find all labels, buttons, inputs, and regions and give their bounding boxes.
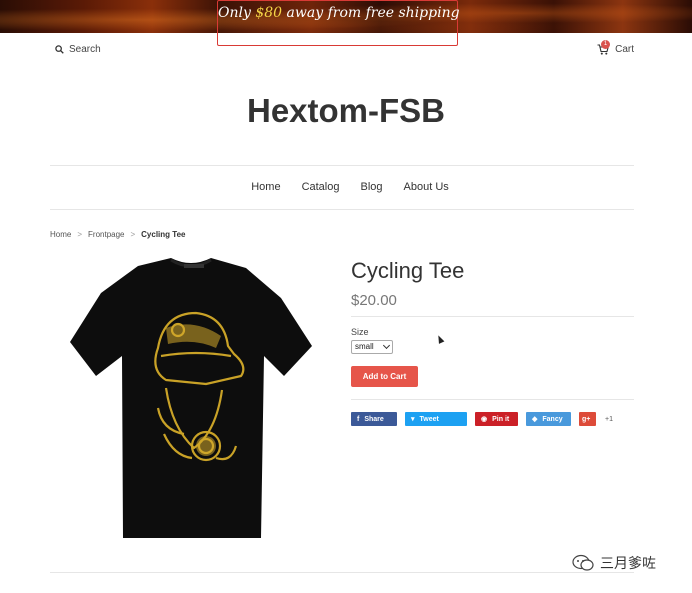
announcement-suffix: away from free shipping xyxy=(282,5,460,21)
announcement-prefix: Only xyxy=(218,5,256,21)
search-label: Search xyxy=(69,44,101,55)
announcement-highlight-box: Only $80 away from free shipping xyxy=(217,0,460,46)
add-to-cart-button[interactable]: Add to Cart xyxy=(351,366,418,387)
chat-bubbles-icon xyxy=(572,554,594,571)
share-buttons: f Share ▾ Tweet ◉ Pin it ◆ Fancy g+ +1 xyxy=(351,412,613,426)
breadcrumb-separator: > xyxy=(77,230,83,239)
cart-label: Cart xyxy=(615,44,634,55)
size-label: Size xyxy=(351,327,369,337)
breadcrumb: Home > Frontpage > Cycling Tee xyxy=(50,230,185,239)
cart-link[interactable]: 1 Cart xyxy=(597,40,634,55)
pinterest-share-button[interactable]: ◉ Pin it xyxy=(475,412,518,426)
facebook-share-button[interactable]: f Share xyxy=(351,412,397,426)
breadcrumb-frontpage[interactable]: Frontpage xyxy=(88,230,124,239)
size-select[interactable]: small xyxy=(351,340,393,354)
breadcrumb-home[interactable]: Home xyxy=(50,230,71,239)
nav-item-blog[interactable]: Blog xyxy=(360,181,382,193)
pinterest-share-label: Pin it xyxy=(492,415,510,423)
announcement-amount: $80 xyxy=(255,5,283,21)
fancy-share-button[interactable]: ◆ Fancy xyxy=(526,412,571,426)
chevron-down-icon xyxy=(382,341,391,350)
search-icon xyxy=(55,45,64,54)
fancy-share-label: Fancy xyxy=(542,415,563,423)
divider xyxy=(351,316,634,317)
facebook-share-label: Share xyxy=(364,415,384,423)
google-plus-share-button[interactable]: g+ xyxy=(579,412,596,426)
watermark-text: 三月爹咗 xyxy=(600,555,656,571)
breadcrumb-current: Cycling Tee xyxy=(141,230,186,239)
nav-item-catalog[interactable]: Catalog xyxy=(302,181,340,193)
google-plus-count: +1 xyxy=(605,415,613,423)
divider xyxy=(50,165,634,166)
product-image[interactable] xyxy=(66,258,316,540)
google-plus-label: g+ xyxy=(582,415,591,423)
product-price: $20.00 xyxy=(351,292,397,309)
site-logo[interactable]: Hextom-FSB xyxy=(0,92,692,130)
mouse-cursor-icon xyxy=(435,334,445,344)
facebook-icon: f xyxy=(357,415,360,423)
nav-item-home[interactable]: Home xyxy=(251,181,280,193)
size-select-value: small xyxy=(355,342,374,351)
announcement-text: Only $80 away from free shipping xyxy=(218,5,460,21)
twitter-share-label: Tweet xyxy=(419,415,439,423)
search-link[interactable]: Search xyxy=(55,44,101,55)
fancy-icon: ◆ xyxy=(532,416,538,423)
twitter-share-button[interactable]: ▾ Tweet xyxy=(405,412,467,426)
divider xyxy=(50,572,634,573)
pinterest-icon: ◉ xyxy=(481,416,488,423)
divider xyxy=(50,209,634,210)
nav-item-about-us[interactable]: About Us xyxy=(404,181,449,193)
product-title: Cycling Tee xyxy=(351,258,465,283)
divider xyxy=(351,399,634,400)
watermark: 三月爹咗 xyxy=(572,553,656,573)
main-nav: Home Catalog Blog About Us xyxy=(0,181,692,193)
breadcrumb-separator: > xyxy=(130,230,136,239)
cart-icon: 1 xyxy=(597,40,611,55)
twitter-icon: ▾ xyxy=(411,416,415,423)
